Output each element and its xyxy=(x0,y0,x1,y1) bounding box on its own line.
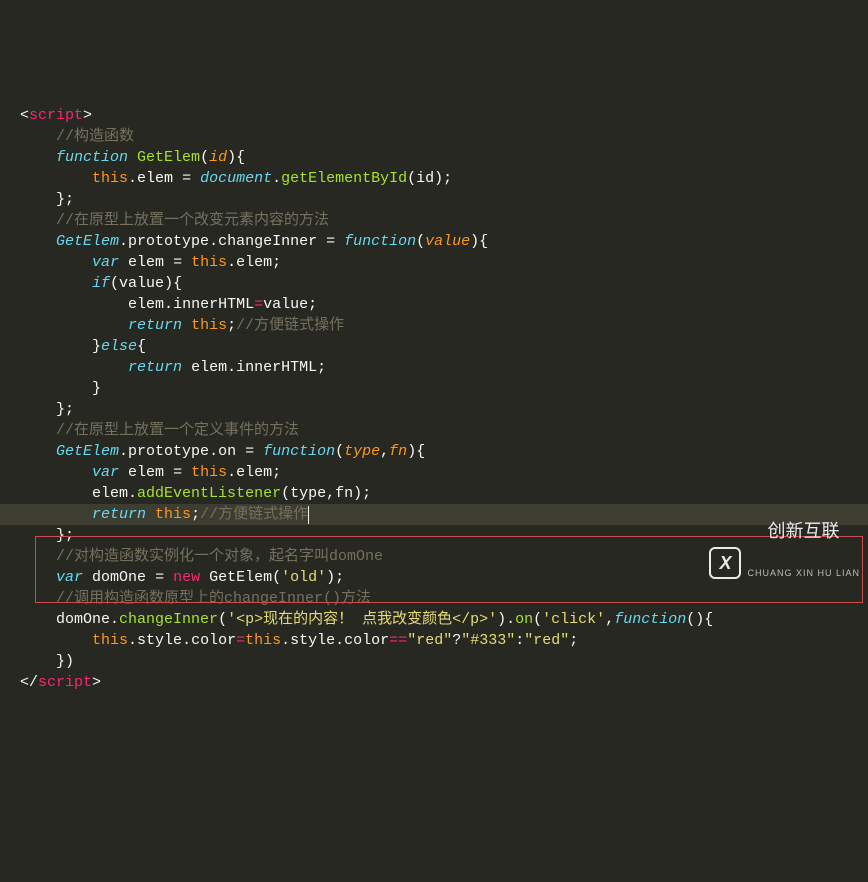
comment-instance: //对构造函数实例化一个对象，起名字叫domOne xyxy=(56,548,383,565)
string-333: "#333" xyxy=(461,632,515,649)
method-addeventlistener: addEventListener xyxy=(137,485,281,502)
watermark: X 创新互联 CHUANG XIN HU LIAN xyxy=(709,500,860,626)
param-id: id xyxy=(209,149,227,166)
param-fn: fn xyxy=(389,443,407,460)
kw-return: return xyxy=(128,317,182,334)
comment-call: //调用构造函数原型上的changeInner()方法 xyxy=(56,590,371,607)
kw-new: new xyxy=(173,569,200,586)
string-html: '<p>现在的内容！ 点我改变颜色</p>' xyxy=(227,611,497,628)
method-getelementbyid: getElementById xyxy=(281,170,407,187)
script-open-tag: script xyxy=(29,107,83,124)
ident-document: document xyxy=(200,170,272,187)
comment-chain2: //方便链式操作 xyxy=(200,506,308,523)
watermark-text-en: CHUANG XIN HU LIAN xyxy=(747,563,860,584)
string-click: 'click' xyxy=(542,611,605,628)
fn-getelem-decl: GetElem xyxy=(137,149,200,166)
string-red: "red" xyxy=(407,632,452,649)
watermark-logo-icon: X xyxy=(709,547,741,579)
script-close-tag: script xyxy=(38,674,92,691)
comment-chain1: //方便链式操作 xyxy=(236,317,344,334)
comment-changeinner: //在原型上放置一个改变元素内容的方法 xyxy=(56,212,329,229)
param-value: value xyxy=(425,233,470,250)
watermark-text-cn: 创新互联 xyxy=(768,521,840,541)
string-red2: "red" xyxy=(524,632,569,649)
text-cursor xyxy=(308,506,309,524)
comment-on: //在原型上放置一个定义事件的方法 xyxy=(56,422,299,439)
kw-function: function xyxy=(56,149,128,166)
param-type: type xyxy=(344,443,380,460)
this-kw: this xyxy=(92,170,128,187)
kw-else: else xyxy=(101,338,137,355)
kw-if: if xyxy=(92,275,110,292)
string-old: 'old' xyxy=(281,569,326,586)
ident-getelem: GetElem xyxy=(56,233,119,250)
tag-open-angle: < xyxy=(20,107,29,124)
kw-var: var xyxy=(92,254,119,271)
comment-ctor: //构造函数 xyxy=(56,128,134,145)
tag-close-angle: > xyxy=(83,107,92,124)
